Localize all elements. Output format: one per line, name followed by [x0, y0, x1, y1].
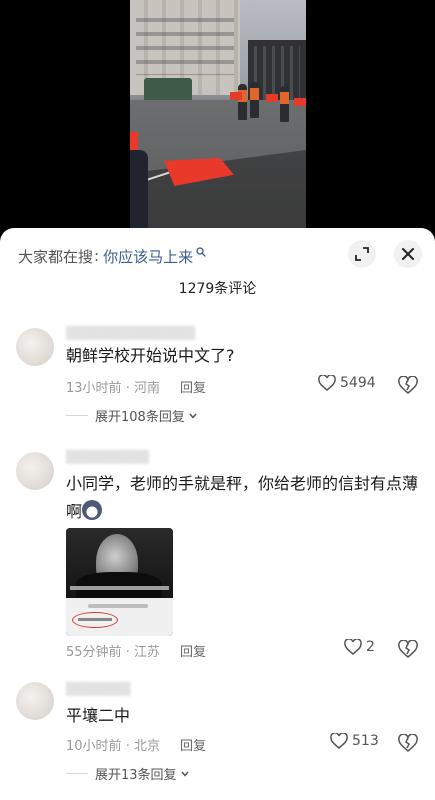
meta-dot: · [125, 645, 134, 660]
expand-replies[interactable]: 展开13条回复 [66, 764, 190, 783]
heart-icon [318, 375, 336, 391]
comment-location: 河南 [133, 381, 160, 396]
comment-sheet: 大家都在搜 : 你应该马上来 1279条评论 ▒▒▒▒▒▒▒▒▒▒▒▒▒▒ 朝鲜… [0, 228, 435, 800]
username-blurred: ▒▒▒▒▒▒▒▒▒ [66, 450, 150, 464]
video-player[interactable] [0, 0, 435, 228]
search-icon [196, 247, 206, 257]
video-frame [130, 0, 306, 228]
comment-text: 小同学，老师的手就是秤，你给老师的信封有点薄啊 [66, 470, 421, 526]
avatar[interactable] [16, 452, 54, 490]
expand-replies[interactable]: 展开108条回复 [66, 406, 198, 425]
username-blurred: ▒▒▒▒▒▒▒▒▒▒▒▒▒▒ [66, 326, 196, 340]
vest [250, 88, 259, 100]
comment-time: 13小时前 [66, 381, 122, 396]
comment-location: 北京 [133, 739, 160, 754]
heart-icon [344, 639, 362, 655]
like-button[interactable]: 2 [344, 639, 375, 655]
close-button[interactable] [394, 240, 422, 268]
image-photo [66, 528, 173, 602]
small-flag [230, 92, 242, 100]
fullscreen-button[interactable] [348, 240, 376, 268]
comment-image[interactable] [66, 528, 173, 636]
avatar[interactable] [16, 682, 54, 720]
avatar[interactable] [16, 328, 54, 366]
chevron-down-icon [189, 413, 197, 419]
expand-line [66, 773, 88, 774]
small-flag [266, 94, 278, 102]
search-prefix: 大家都在搜 [18, 247, 94, 266]
comment-text: 平壤二中 [66, 706, 131, 725]
comment-time: 55分钟前 [66, 645, 122, 660]
chevron-down-icon [180, 771, 189, 777]
like-button[interactable]: 513 [330, 733, 379, 749]
expand-label: 展开108条回复 [95, 410, 185, 425]
comment-location: 江苏 [133, 645, 160, 660]
broken-heart-icon[interactable] [398, 734, 418, 752]
comment-meta: 13小时前 · 河南 [66, 377, 160, 396]
image-comment-panel [66, 598, 173, 636]
image-header-text [88, 604, 148, 608]
comment-meta: 55分钟前 · 江苏 [66, 641, 160, 660]
heart-icon [330, 733, 348, 749]
red-flag [130, 132, 138, 152]
reply-button[interactable]: 回复 [180, 641, 206, 660]
reply-button[interactable]: 回复 [180, 735, 206, 754]
vest [280, 92, 289, 104]
like-button[interactable]: 5494 [318, 375, 376, 391]
search-term-link[interactable]: 你应该马上来 [103, 246, 193, 267]
comment-text-body: 小同学，老师的手就是秤，你给老师的信封有点薄啊 [66, 474, 419, 521]
child [130, 150, 148, 228]
search-suggestion[interactable]: 大家都在搜 : 你应该马上来 [18, 246, 206, 266]
meta-dot: · [125, 739, 134, 754]
expand-icon [355, 247, 369, 261]
reply-button[interactable]: 回复 [180, 377, 206, 396]
image-caption [70, 586, 169, 590]
like-count: 513 [352, 733, 379, 749]
comment-text: 朝鲜学校开始说中文了? [66, 346, 235, 365]
broken-heart-icon[interactable] [398, 376, 418, 394]
broken-heart-icon[interactable] [398, 640, 418, 658]
expand-line [66, 415, 88, 416]
comment-count: 1279条评论 [178, 281, 257, 297]
meta-dot: · [125, 381, 134, 396]
comment-time: 10小时前 [66, 739, 122, 754]
image-circled-text [78, 618, 112, 621]
search-separator: : [94, 247, 100, 265]
comment-meta: 10小时前 · 北京 [66, 735, 160, 754]
like-count: 2 [366, 639, 375, 655]
like-count: 5494 [340, 375, 376, 391]
expand-label: 展开13条回复 [95, 768, 177, 783]
username-blurred: ▒▒▒▒▒▒▒ [66, 682, 131, 696]
cat-emoji-icon [82, 500, 103, 520]
small-flag [294, 98, 306, 106]
close-icon [402, 248, 414, 260]
